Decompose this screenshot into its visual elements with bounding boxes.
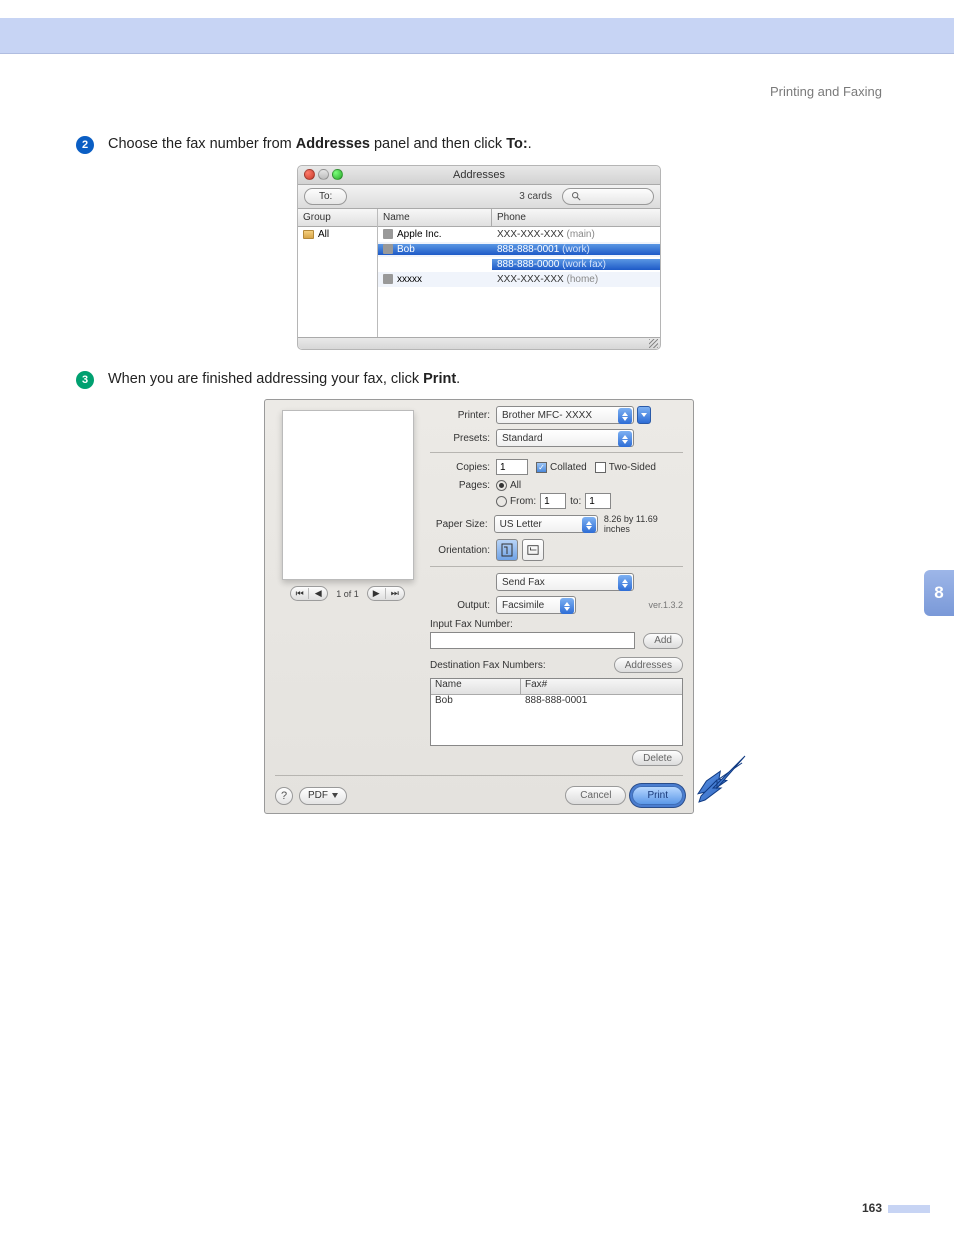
collated-label: Collated [550, 462, 587, 473]
presets-label: Presets: [430, 433, 496, 444]
orientation-landscape-button[interactable] [522, 539, 544, 561]
cancel-button[interactable]: Cancel [565, 786, 626, 805]
pdf-menu-button[interactable]: PDF [299, 787, 347, 805]
page-number: 163 [862, 1201, 882, 1215]
search-input[interactable] [562, 188, 654, 205]
printer-status-button[interactable] [637, 406, 651, 424]
contact-icon [383, 274, 393, 284]
addresses-toolbar: To: 3 cards [298, 185, 660, 209]
contacts-rows: Apple Inc.XXX-XXX-XXX (main)Bob888-888-0… [378, 227, 660, 337]
callout-arrow-icon [695, 750, 753, 808]
from-input[interactable] [540, 493, 566, 509]
presets-select[interactable]: Standard [496, 429, 634, 447]
addresses-footer [298, 337, 660, 349]
pages-from-radio[interactable] [496, 496, 507, 507]
addresses-panel: Addresses To: 3 cards Group All Name Pho… [297, 165, 661, 350]
twosided-checkbox[interactable] [595, 462, 606, 473]
to-button[interactable]: To: [304, 188, 347, 205]
pager-label: 1 of 1 [336, 589, 359, 599]
dest-row[interactable]: Bob888-888-0001 [431, 695, 682, 709]
destination-table[interactable]: Name Fax# Bob888-888-0001 [430, 678, 683, 746]
orientation-label: Orientation: [430, 545, 496, 556]
print-preview-page [282, 410, 414, 580]
print-panel-select[interactable]: Send Fax [496, 573, 634, 591]
contact-row[interactable]: 888-888-0000 (work fax) [378, 257, 660, 272]
pager-next-buttons[interactable]: ▶⏭ [367, 586, 405, 601]
orientation-portrait-button[interactable] [496, 539, 518, 561]
zoom-icon[interactable] [332, 169, 343, 180]
pager-prev-buttons[interactable]: ⏮◀ [290, 586, 328, 601]
addresses-button[interactable]: Addresses [614, 657, 683, 673]
window-traffic-lights[interactable] [304, 169, 343, 180]
contact-row[interactable]: xxxxxXXX-XXX-XXX (home) [378, 272, 660, 287]
contact-icon [383, 229, 393, 239]
collated-checkbox[interactable] [536, 462, 547, 473]
resize-handle-icon[interactable] [649, 339, 658, 348]
pages-label: Pages: [430, 480, 496, 491]
step-2-text: Choose the fax number from Addresses pan… [108, 135, 532, 155]
dest-name-header: Name [431, 679, 521, 694]
contact-row[interactable]: Apple Inc.XXX-XXX-XXX (main) [378, 227, 660, 242]
minimize-icon[interactable] [318, 169, 329, 180]
copies-label: Copies: [430, 462, 496, 473]
twosided-label: Two-Sided [609, 462, 656, 473]
addresses-window-title: Addresses [453, 169, 505, 181]
contact-icon [383, 244, 393, 254]
addresses-body: Group All Name Phone Apple Inc.XXX-XXX-X… [298, 209, 660, 337]
group-header: Group [298, 209, 377, 227]
cards-count-label: 3 cards [519, 191, 552, 202]
chevron-down-icon [332, 793, 338, 798]
group-row[interactable]: All [298, 227, 377, 243]
close-icon[interactable] [304, 169, 315, 180]
phone-header: Phone [492, 209, 660, 227]
papersize-select[interactable]: US Letter [494, 515, 598, 533]
step-2-badge: 2 [76, 136, 94, 154]
to-label: to: [570, 496, 581, 507]
contact-row[interactable]: Bob888-888-0001 (work) [378, 242, 660, 257]
step-2: 2 Choose the fax number from Addresses p… [76, 135, 882, 155]
groups-column: Group All [298, 209, 378, 337]
printer-label: Printer: [430, 410, 496, 421]
copies-input[interactable] [496, 459, 528, 475]
step-3-badge: 3 [76, 371, 94, 389]
folder-icon [303, 230, 314, 239]
input-fax-label: Input Fax Number: [430, 619, 683, 630]
print-dialog: ⏮◀ 1 of 1 ▶⏭ Printer: Brother MFC- XXXX … [264, 399, 694, 814]
help-button[interactable]: ? [275, 787, 293, 805]
step-3-text: When you are finished addressing your fa… [108, 370, 460, 390]
dest-fax-header: Fax# [521, 679, 682, 694]
from-label: From: [510, 496, 536, 507]
to-input[interactable] [585, 493, 611, 509]
breadcrumb: Printing and Faxing [76, 84, 882, 99]
chapter-tab: 8 [924, 570, 954, 616]
pages-all-radio[interactable] [496, 480, 507, 491]
add-button[interactable]: Add [643, 633, 683, 649]
version-label: ver.1.3.2 [648, 600, 683, 610]
dest-label: Destination Fax Numbers: [430, 660, 546, 671]
output-label: Output: [430, 600, 496, 611]
search-icon [571, 191, 581, 201]
name-header: Name [378, 209, 492, 227]
contacts-column: Name Phone Apple Inc.XXX-XXX-XXX (main)B… [378, 209, 660, 337]
preview-pager: ⏮◀ 1 of 1 ▶⏭ [290, 586, 405, 601]
input-fax-field[interactable] [430, 632, 635, 649]
landscape-icon [527, 543, 539, 557]
papersize-label: Paper Size: [430, 519, 494, 530]
page-number-accent [888, 1205, 930, 1213]
pages-all-label: All [510, 480, 521, 491]
papersize-dims: 8.26 by 11.69 inches [604, 514, 683, 534]
printer-select[interactable]: Brother MFC- XXXX [496, 406, 634, 424]
addresses-titlebar: Addresses [298, 166, 660, 185]
output-select[interactable]: Facsimile [496, 596, 576, 614]
delete-button[interactable]: Delete [632, 750, 683, 766]
print-button[interactable]: Print [632, 786, 683, 805]
step-3: 3 When you are finished addressing your … [76, 370, 882, 390]
document-header-bar [0, 18, 954, 54]
portrait-icon [501, 543, 513, 557]
